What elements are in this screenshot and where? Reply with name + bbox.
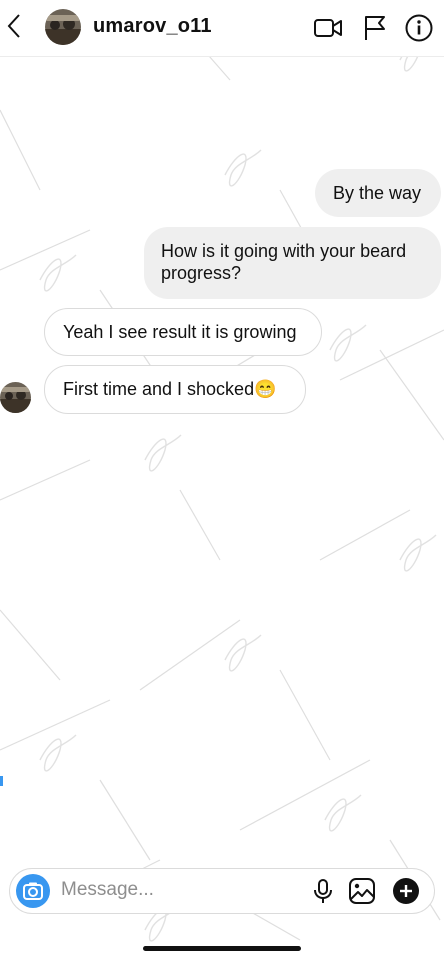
- sender-avatar[interactable]: [0, 382, 31, 413]
- plus-icon[interactable]: [392, 877, 420, 905]
- message-text: How is it going with your beard progress…: [161, 241, 407, 283]
- info-icon[interactable]: [404, 13, 434, 43]
- gallery-icon[interactable]: [348, 877, 376, 905]
- watermark-pattern: [0, 0, 444, 942]
- message-text: By the way: [333, 183, 422, 203]
- microphone-icon[interactable]: [309, 877, 337, 905]
- back-chevron-icon[interactable]: [4, 12, 24, 40]
- message-text: Yeah I see result it is growing: [63, 322, 297, 342]
- message-bubble-incoming[interactable]: First time and I shocked😁: [44, 365, 306, 414]
- camera-icon: [23, 882, 43, 900]
- message-text: First time and I shocked😁: [63, 379, 277, 399]
- flag-icon[interactable]: [360, 13, 390, 43]
- message-bubble-outgoing[interactable]: By the way: [315, 169, 441, 217]
- message-bubble-incoming[interactable]: Yeah I see result it is growing: [44, 308, 322, 356]
- home-indicator[interactable]: [143, 946, 301, 951]
- message-input[interactable]: Message...: [61, 879, 154, 901]
- chat-username[interactable]: umarov_o11: [93, 15, 212, 38]
- video-camera-icon[interactable]: [313, 13, 343, 43]
- message-bubble-outgoing[interactable]: How is it going with your beard progress…: [144, 227, 441, 299]
- scroll-indicator: [0, 776, 3, 786]
- avatar[interactable]: [45, 9, 81, 45]
- camera-button[interactable]: [16, 874, 50, 908]
- message-composer: Message...: [9, 868, 435, 914]
- chat-header: umarov_o11: [0, 0, 444, 57]
